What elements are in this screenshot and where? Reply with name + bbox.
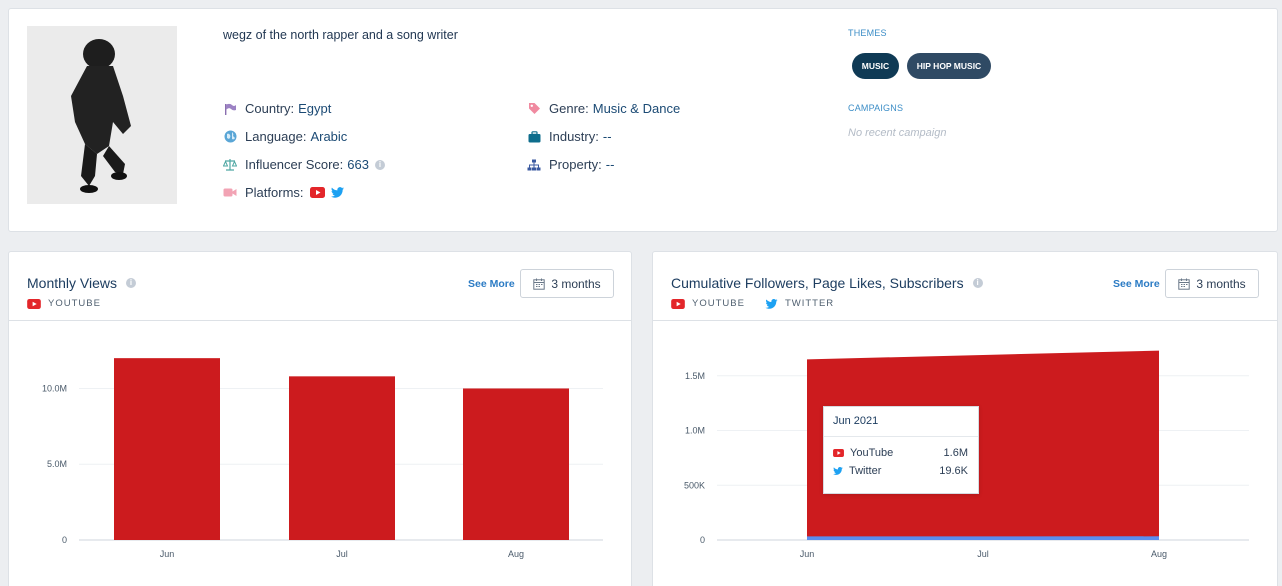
flag-icon: [223, 102, 237, 116]
see-more-link[interactable]: See More: [1113, 278, 1160, 290]
youtube-icon[interactable]: [309, 187, 325, 198]
country-value: Egypt: [298, 101, 332, 116]
industry-value: --: [602, 129, 612, 144]
y-tick-label: 5.0M: [47, 459, 67, 469]
card-title: Cumulative Followers, Page Likes, Subscr…: [671, 275, 983, 291]
y-tick-label: 500K: [684, 480, 705, 490]
country-row: Country: Egypt: [223, 101, 331, 116]
info-icon[interactable]: i: [374, 159, 385, 170]
info-icon[interactable]: i: [126, 278, 137, 288]
card-header: Cumulative Followers, Page Likes, Subscr…: [653, 252, 1277, 321]
x-tick-label: Jun: [800, 549, 815, 559]
briefcase-icon: [527, 130, 541, 144]
language-value: Arabic: [310, 129, 348, 144]
bar-jul: [289, 376, 395, 540]
bar-jun: [114, 358, 220, 540]
influencer-photo: [27, 26, 177, 204]
scale-icon: [223, 158, 237, 172]
no-campaign-text: No recent campaign: [848, 127, 947, 139]
sitemap-icon: [527, 158, 541, 172]
language-row: Language: Arabic: [223, 129, 347, 144]
twitter-icon[interactable]: [330, 187, 344, 198]
legend: YOUTUBE TWITTER: [671, 298, 854, 309]
youtube-icon: [27, 298, 41, 309]
legend: YOUTUBE: [27, 298, 121, 309]
x-tick-label: Jul: [336, 549, 348, 559]
x-tick-label: Aug: [508, 549, 524, 559]
bar-aug: [463, 388, 569, 540]
x-tick-label: Jun: [160, 549, 175, 559]
platforms-row: Platforms:: [223, 185, 344, 200]
tooltip-title: Jun 2021: [833, 415, 879, 427]
score-value: 663: [347, 157, 369, 172]
score-row: Influencer Score: 663 i: [223, 157, 385, 172]
twitter-icon: [765, 298, 778, 309]
calendar-icon: [533, 278, 546, 290]
chart-tooltip: Jun 2021 YouTube 1.6M Twitter 19.6K: [823, 406, 979, 494]
calendar-icon: [1178, 278, 1191, 290]
tooltip-row-youtube: YouTube 1.6M: [833, 447, 968, 459]
property-row: Property: --: [527, 157, 614, 172]
date-range-button[interactable]: 3 months: [1165, 269, 1259, 298]
influencer-bio: wegz of the north rapper and a song writ…: [223, 28, 458, 42]
x-tick-label: Jul: [977, 549, 989, 559]
campaigns-title: CAMPAIGNS: [848, 103, 904, 113]
theme-pill-music[interactable]: MUSIC: [852, 53, 899, 79]
area-twitter: [807, 536, 1159, 540]
card-header: Monthly Views i YOUTUBE See More 3 month…: [9, 252, 631, 321]
genre-value: Music & Dance: [592, 101, 681, 116]
card-title: Monthly Views i: [27, 275, 137, 291]
date-range-button[interactable]: 3 months: [520, 269, 614, 298]
info-icon[interactable]: i: [972, 278, 983, 288]
y-tick-label: 0: [700, 535, 705, 545]
tooltip-row-twitter: Twitter 19.6K: [833, 465, 968, 477]
monthly-views-card: Monthly Views i YOUTUBE See More 3 month…: [8, 251, 632, 586]
theme-pill-hip-hop[interactable]: HIP HOP MUSIC: [907, 53, 991, 79]
legend-item-twitter[interactable]: TWITTER: [765, 298, 834, 309]
youtube-icon: [671, 298, 685, 309]
video-camera-icon: [223, 186, 237, 200]
property-value: --: [605, 157, 615, 172]
tooltip-value: 19.6K: [939, 465, 968, 477]
tag-icon: [527, 102, 541, 116]
y-tick-label: 0: [62, 535, 67, 545]
legend-item-youtube[interactable]: YOUTUBE: [671, 298, 745, 309]
profile-card: wegz of the north rapper and a song writ…: [8, 8, 1278, 232]
themes-title: THEMES: [848, 28, 887, 38]
tooltip-value: 1.6M: [943, 447, 968, 459]
x-tick-label: Aug: [1151, 549, 1167, 559]
industry-row: Industry: --: [527, 129, 612, 144]
youtube-icon: [833, 449, 844, 457]
legend-item-youtube[interactable]: YOUTUBE: [27, 298, 101, 309]
genre-row: Genre: Music & Dance: [527, 101, 680, 116]
see-more-link[interactable]: See More: [468, 278, 515, 290]
y-tick-label: 1.0M: [685, 426, 705, 436]
twitter-icon: [833, 467, 843, 475]
y-tick-label: 10.0M: [42, 383, 67, 393]
globe-icon: [223, 130, 237, 144]
y-tick-label: 1.5M: [685, 371, 705, 381]
cumulative-followers-card: Cumulative Followers, Page Likes, Subscr…: [652, 251, 1278, 586]
monthly-views-chart: 0 5.0M 10.0M Jun Jul Aug: [42, 358, 603, 559]
